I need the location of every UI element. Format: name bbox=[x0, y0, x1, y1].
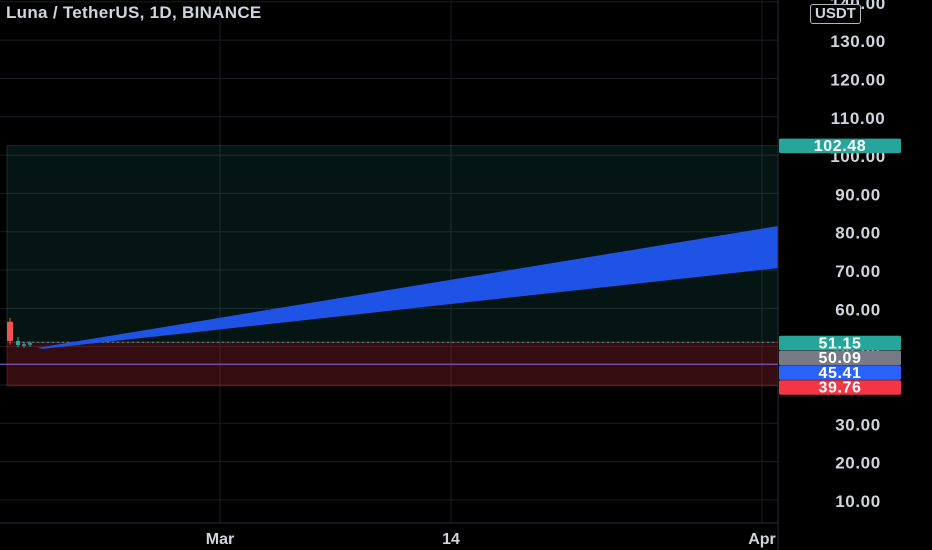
candle-body-1 bbox=[16, 340, 20, 346]
candle-body-3 bbox=[28, 343, 32, 345]
candle-body-0 bbox=[7, 321, 13, 341]
price-badge-label-0: 102.48 bbox=[814, 138, 867, 155]
chart-title: Luna / TetherUS, 1D, BINANCE bbox=[6, 3, 262, 22]
y-tick-label-0: 10.00 bbox=[835, 492, 881, 511]
candle-body-2 bbox=[22, 344, 26, 346]
y-tick-label-11: 120.00 bbox=[830, 70, 886, 89]
currency-unit-badge[interactable]: USDT bbox=[810, 4, 861, 24]
y-tick-label-1: 20.00 bbox=[835, 454, 881, 473]
y-tick-label-7: 80.00 bbox=[835, 224, 881, 243]
y-tick-label-10: 110.00 bbox=[831, 109, 886, 128]
y-tick-label-5: 60.00 bbox=[835, 300, 881, 319]
y-tick-label-6: 70.00 bbox=[835, 262, 881, 281]
x-tick-label-1: 14 bbox=[442, 531, 460, 548]
chart-canvas[interactable]: 10.0020.0030.0040.0050.0060.0070.0080.00… bbox=[0, 0, 932, 550]
x-tick-label-2: Apr bbox=[748, 531, 776, 548]
y-tick-label-8: 90.00 bbox=[835, 185, 881, 204]
price-badge-label-4: 39.76 bbox=[818, 380, 861, 397]
y-tick-label-12: 130.00 bbox=[830, 32, 886, 51]
y-tick-label-2: 30.00 bbox=[835, 415, 881, 434]
x-tick-label-0: Mar bbox=[206, 531, 234, 548]
profit-zone bbox=[6, 145, 779, 343]
chart-root: 10.0020.0030.0040.0050.0060.0070.0080.00… bbox=[0, 0, 932, 550]
